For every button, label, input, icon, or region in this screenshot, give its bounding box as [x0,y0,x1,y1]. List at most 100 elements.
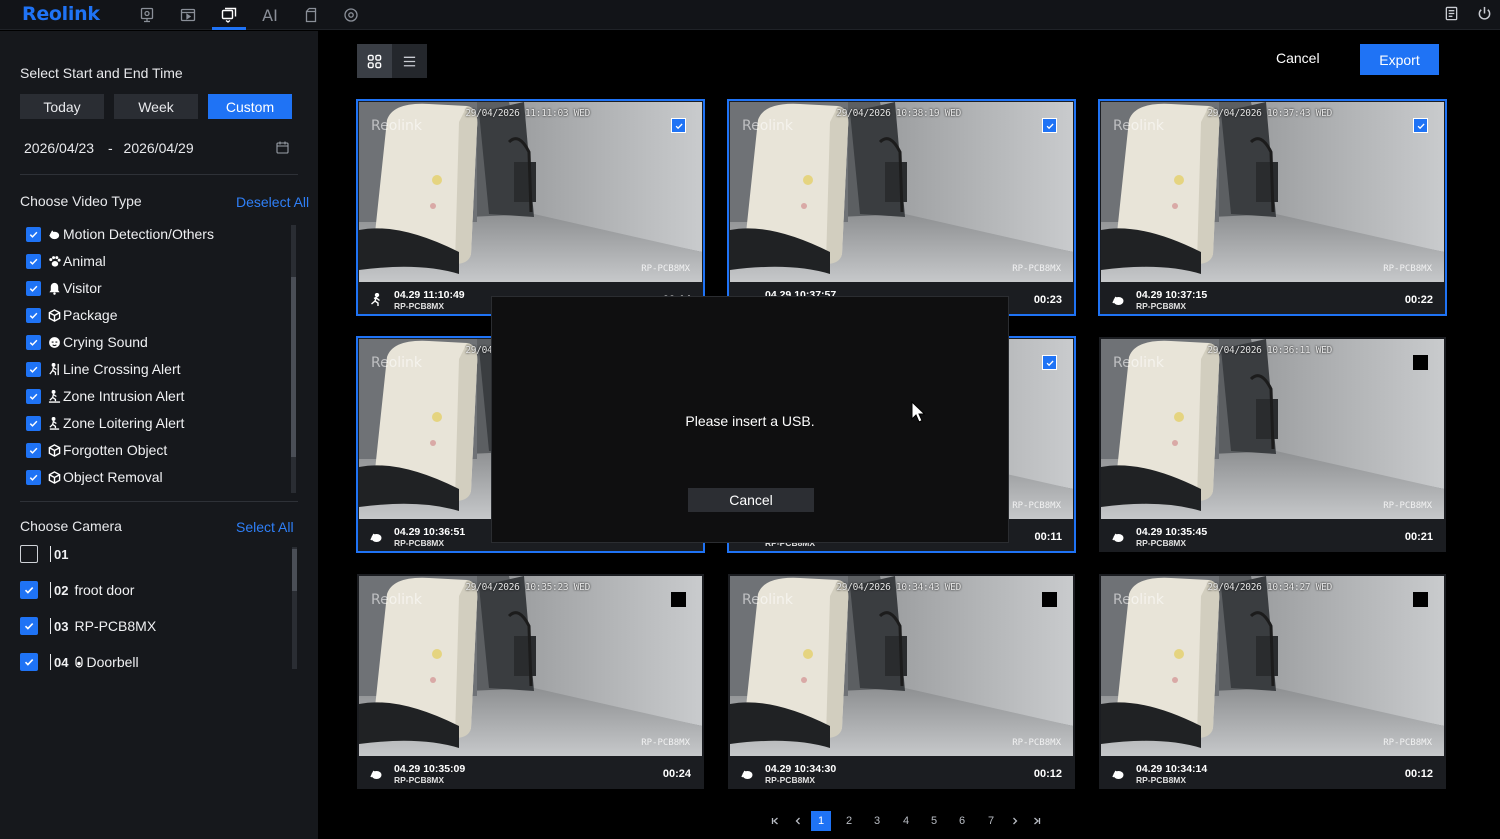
checkbox-checked[interactable] [20,581,38,599]
grid-icon [367,54,382,68]
clip-card[interactable]: Reolink 29/04/2026 10:34:43 WED RP-PCB8M… [728,574,1075,789]
filter-sidebar: Select Start and End Time Today Week Cus… [0,31,318,839]
clip-checkbox-checked[interactable] [1413,118,1428,133]
page-2[interactable]: 2 [839,811,859,831]
type-package[interactable]: Package [26,306,117,324]
page-3[interactable]: 3 [867,811,887,831]
checkbox-checked[interactable] [26,280,41,296]
power-icon[interactable] [1475,4,1493,22]
settings-icon[interactable] [334,2,368,28]
week-button[interactable]: Week [114,94,198,119]
clip-card[interactable]: Reolink 29/04/2026 10:38:19 WED RP-PCB8M… [727,99,1076,316]
grid-view-button[interactable] [357,44,392,78]
clip-checkbox-unchecked[interactable] [671,592,686,607]
clip-checkbox-checked[interactable] [1042,355,1057,370]
type-visitor[interactable]: Visitor [26,279,102,297]
checkbox-checked[interactable] [26,469,41,485]
notes-icon[interactable] [1442,4,1460,22]
clip-thumbnail[interactable]: Reolink 29/04/2026 10:34:27 WED RP-PCB8M… [1101,576,1444,756]
type-object-removal[interactable]: Object Removal [26,468,163,486]
checkbox-checked[interactable] [20,617,38,635]
clip-card[interactable]: Reolink 29/04/2026 10:37:43 WED RP-PCB8M… [1098,99,1447,316]
cancel-button[interactable]: Cancel [1276,50,1320,66]
checkbox-checked[interactable] [26,253,41,269]
deselect-all-link[interactable]: Deselect All [236,194,309,210]
clip-card[interactable]: Reolink 29/04/2026 11:11:03 WED RP-PCB8M… [356,99,705,316]
today-button[interactable]: Today [20,94,104,119]
divider [50,618,51,634]
type-zone-loitering[interactable]: Zone Loitering Alert [26,414,184,432]
page-1[interactable]: 1 [811,811,831,831]
clip-card[interactable]: Reolink 29/04/2026 10:35:23 WED RP-PCB8M… [357,574,704,789]
video-type-scrollbar[interactable] [291,225,296,493]
checkbox-checked[interactable] [26,361,41,377]
checkbox-checked[interactable] [26,442,41,458]
overlay-timestamp: 29/04/2026 10:37:43 WED [1207,108,1332,119]
clip-thumbnail[interactable]: Reolink 29/04/2026 10:36:11 WED RP-PCB8M… [1101,339,1444,519]
prev-page-icon[interactable] [788,811,808,831]
select-all-link[interactable]: Select All [236,519,294,535]
page-4[interactable]: 4 [896,811,916,831]
calendar-icon[interactable] [276,141,289,154]
export-button[interactable]: Export [1360,44,1439,75]
clip-checkbox-checked[interactable] [1042,118,1057,133]
dialog-cancel-button[interactable]: Cancel [688,488,814,512]
type-line-crossing[interactable]: Line Crossing Alert [26,360,181,378]
clips-export-icon[interactable] [212,2,246,30]
page-6[interactable]: 6 [952,811,972,831]
clip-thumbnail[interactable]: Reolink 29/04/2026 11:11:03 WED RP-PCB8M… [359,102,702,282]
page-5[interactable]: 5 [924,811,944,831]
checkbox-checked[interactable] [26,307,41,323]
reolink-logo: Reolink [22,3,100,25]
last-page-icon[interactable] [1027,811,1047,831]
checkbox-unchecked[interactable] [20,545,38,563]
next-page-icon[interactable] [1005,811,1025,831]
type-zone-intrusion[interactable]: Zone Intrusion Alert [26,387,184,405]
overlay-camera-name: RP-PCB8MX [1012,738,1061,748]
type-animal[interactable]: Animal [26,252,106,270]
clip-duration: 00:12 [1033,768,1062,780]
camera-scrollbar[interactable] [292,547,297,669]
clip-card[interactable]: Reolink 29/04/2026 10:36:11 WED RP-PCB8M… [1099,337,1446,552]
camera-item-03[interactable]: 03 RP-PCB8MX [20,617,156,635]
camera-item-04[interactable]: 04 Doorbell [20,653,139,671]
checkbox-checked[interactable] [26,415,41,431]
scrollbar-thumb[interactable] [292,549,297,591]
line-crossing-icon [47,362,61,376]
page-7[interactable]: 7 [981,811,1001,831]
list-view-button[interactable] [392,44,427,78]
file-icon[interactable] [294,2,328,28]
type-label: Animal [63,253,106,269]
checkbox-checked[interactable] [26,334,41,350]
clip-checkbox-checked[interactable] [671,118,686,133]
checkbox-checked[interactable] [26,226,41,242]
clip-thumbnail[interactable]: Reolink 29/04/2026 10:34:43 WED RP-PCB8M… [730,576,1073,756]
live-view-icon[interactable] [130,2,164,28]
clip-thumbnail[interactable]: Reolink 29/04/2026 10:37:43 WED RP-PCB8M… [1101,102,1444,282]
clip-thumbnail[interactable]: Reolink 29/04/2026 10:38:19 WED RP-PCB8M… [730,102,1073,282]
watermark-logo: Reolink [742,592,794,608]
first-page-icon[interactable] [765,811,785,831]
checkbox-checked[interactable] [26,388,41,404]
start-date[interactable]: 2026/04/23 [24,140,94,156]
camera-item-02[interactable]: 02 froot door [20,581,134,599]
type-motion-detection[interactable]: Motion Detection/Others [26,225,214,243]
date-range[interactable]: 2026/04/23 - 2026/04/29 [24,140,194,156]
mouse-cursor-icon [911,401,925,423]
type-crying-sound[interactable]: Crying Sound [26,333,148,351]
clip-checkbox-unchecked[interactable] [1413,592,1428,607]
end-date[interactable]: 2026/04/29 [124,140,194,156]
custom-button[interactable]: Custom [208,94,292,119]
type-forgotten-object[interactable]: Forgotten Object [26,441,167,459]
playback-icon[interactable] [171,2,205,28]
object-removal-icon [47,470,61,484]
type-label: Line Crossing Alert [63,361,181,377]
clip-card[interactable]: Reolink 29/04/2026 10:34:27 WED RP-PCB8M… [1099,574,1446,789]
checkbox-checked[interactable] [20,653,38,671]
camera-item-01[interactable]: 01 [20,545,68,563]
ai-nav-item[interactable]: AI [253,2,287,28]
clip-checkbox-unchecked[interactable] [1413,355,1428,370]
scrollbar-thumb[interactable] [291,277,296,457]
clip-checkbox-unchecked[interactable] [1042,592,1057,607]
clip-thumbnail[interactable]: Reolink 29/04/2026 10:35:23 WED RP-PCB8M… [359,576,702,756]
